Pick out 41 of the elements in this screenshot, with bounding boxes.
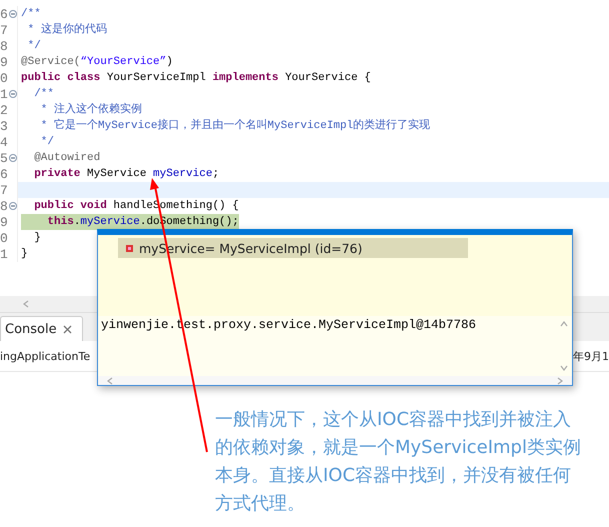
code-line: /** [21,7,41,22]
fold-icon[interactable] [9,154,17,162]
line-number: 6 [0,6,9,22]
close-icon[interactable] [62,324,72,334]
code-line: public class YourServiceImpl implements YourService { [21,71,371,86]
scroll-up-icon[interactable] [560,320,568,328]
code-line: */ [26,39,41,54]
line-number: 8 [0,38,9,54]
field-icon [126,244,133,252]
line-number: 5 [0,150,9,166]
line-number: 2 [0,102,9,118]
line-number: 1 [0,86,9,102]
line-number: 9 [0,214,9,230]
line-number: 7 [0,182,9,198]
console-text: 年9月1 [573,348,609,364]
line-number: 4 [0,134,9,150]
line-number: 9 [0,54,9,70]
line-number: 8 [0,198,9,214]
code-line: /** [33,87,54,102]
code-line: @Service(“YourService”) [21,55,173,70]
code-line: * 这是你的代码 [26,22,107,38]
code-line: } [33,231,41,246]
line-number: 0 [0,230,9,246]
code-line: * 注入这个依赖实例 [40,102,142,118]
code-line: * 它是一个MyService接口，并且由一个名叫MyServiceImpl的类进行了实现 [40,118,430,134]
annotation-text: 一般情况下，这个从IOC容器中找到并被注入的依赖对象，就是一个MyServiceImpl类实例本身。直接从IOC容器中找到，并没有被任何方式代理。 [215,408,582,516]
fold-icon[interactable] [9,10,17,18]
code-line: */ [40,135,54,150]
line-number: 3 [0,118,9,134]
fold-icon[interactable] [9,90,17,98]
fold-icon[interactable] [9,202,17,210]
code-line: private MyService myService; [33,167,220,182]
line-number: 1 [0,246,9,262]
line-number: 6 [0,166,9,182]
code-line: } [21,247,28,262]
console-tab[interactable]: Console [0,316,83,341]
code-line: @Autowired [33,151,100,166]
line-number: 0 [0,70,9,86]
scroll-down-icon[interactable] [560,364,568,372]
console-text: ingApplicationTe [0,350,90,362]
line-number: 7 [0,22,9,38]
